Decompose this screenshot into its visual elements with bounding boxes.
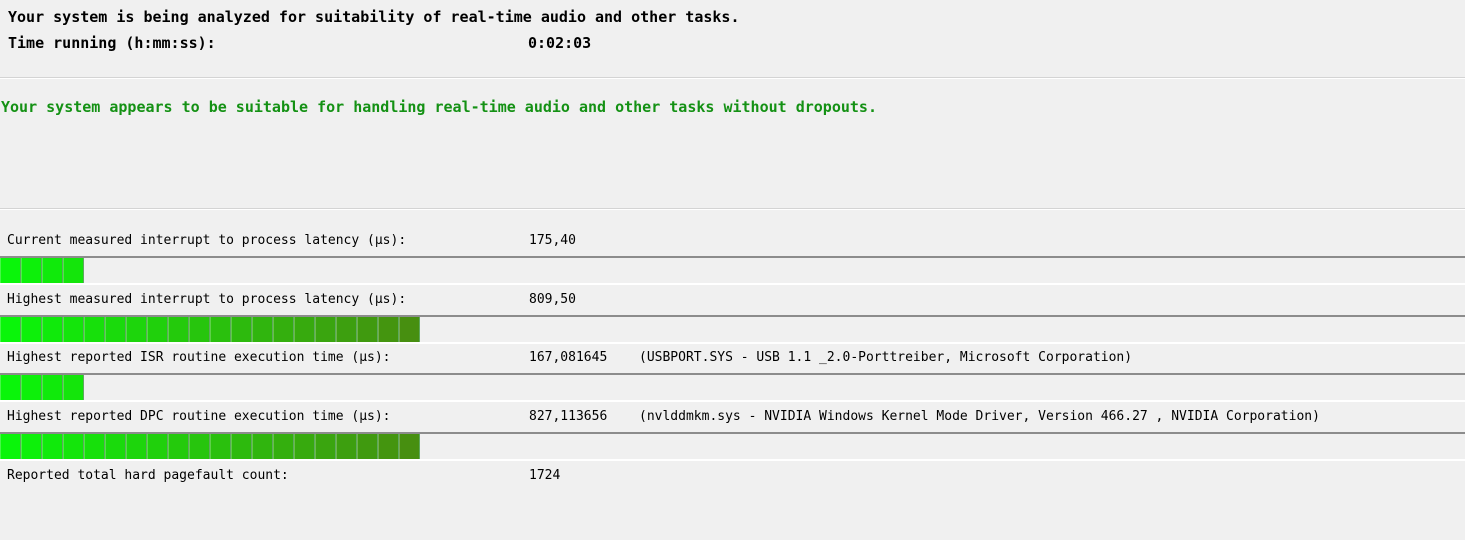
latency-bar-track [0, 317, 1465, 344]
bar-segment [63, 434, 84, 461]
bar-segment [0, 434, 21, 461]
bar-segment [357, 317, 378, 344]
bar-segment [189, 434, 210, 461]
highest-isr-bar [0, 375, 84, 402]
bar-segment [231, 317, 252, 344]
bar-segment [357, 434, 378, 461]
latency-bar-track [0, 375, 1465, 402]
bar-segment [168, 434, 189, 461]
bar-segment [84, 317, 105, 344]
bar-segment [126, 434, 147, 461]
bar-segment [21, 375, 42, 402]
bar-segment [336, 434, 357, 461]
bar-segment [42, 258, 63, 285]
bar-segment [63, 375, 84, 402]
bar-segment [63, 258, 84, 285]
highest-latency-bar [0, 317, 420, 344]
bar-segment [42, 375, 63, 402]
metric-label: Highest reported ISR routine execution t… [7, 350, 391, 365]
bar-segment [21, 317, 42, 344]
bar-segment [252, 434, 273, 461]
suitability-verdict: Your system appears to be suitable for h… [1, 98, 877, 116]
bar-segment [0, 317, 21, 344]
bar-segment [315, 317, 336, 344]
metric-label: Current measured interrupt to process la… [7, 233, 407, 248]
bar-segment [126, 317, 147, 344]
bar-segment [378, 434, 399, 461]
metric-value: 827,113656 [529, 409, 608, 424]
bar-segment [399, 434, 420, 461]
bar-segment [273, 317, 294, 344]
bar-segment [105, 434, 126, 461]
bar-segment [315, 434, 336, 461]
metric-label: Highest measured interrupt to process la… [7, 292, 407, 307]
bar-segment [294, 317, 315, 344]
bar-segment [294, 434, 315, 461]
section-divider [0, 77, 1465, 79]
highest-dpc-bar [0, 434, 420, 461]
metric-value: 167,081645 [529, 350, 608, 365]
bar-segment [105, 317, 126, 344]
analysis-status-heading: Your system is being analyzed for suitab… [8, 8, 740, 26]
metric-label: Reported total hard pagefault count: [7, 468, 289, 483]
bar-segment [147, 434, 168, 461]
bar-segment [0, 375, 21, 402]
latency-bar-track [0, 434, 1465, 461]
bar-segment [378, 317, 399, 344]
bar-segment [189, 317, 210, 344]
bar-segment [273, 434, 294, 461]
metric-detail: (USBPORT.SYS - USB 1.1 _2.0-Porttreiber,… [639, 350, 1133, 365]
latency-bar-track [0, 258, 1465, 285]
time-running-value: 0:02:03 [528, 34, 592, 52]
bar-segment [252, 317, 273, 344]
metric-value: 809,50 [529, 292, 576, 307]
metric-value: 1724 [529, 468, 561, 483]
bar-segment [147, 317, 168, 344]
bar-segment [210, 434, 231, 461]
time-running-label: Time running (h:mm:ss): [8, 34, 216, 52]
bar-segment [231, 434, 252, 461]
bar-segment [336, 317, 357, 344]
bar-segment [210, 317, 231, 344]
bar-segment [21, 434, 42, 461]
metric-label: Highest reported DPC routine execution t… [7, 409, 391, 424]
metric-detail: (nvlddmkm.sys - NVIDIA Windows Kernel Mo… [639, 409, 1320, 424]
bar-segment [42, 434, 63, 461]
bar-segment [63, 317, 84, 344]
latency-monitor-window: Your system is being analyzed for suitab… [0, 0, 1465, 540]
bar-segment [168, 317, 189, 344]
bar-segment [84, 434, 105, 461]
bar-segment [21, 258, 42, 285]
section-divider [0, 208, 1465, 210]
current-latency-bar [0, 258, 84, 285]
bar-segment [399, 317, 420, 344]
metric-value: 175,40 [529, 233, 576, 248]
bar-segment [0, 258, 21, 285]
bar-segment [42, 317, 63, 344]
